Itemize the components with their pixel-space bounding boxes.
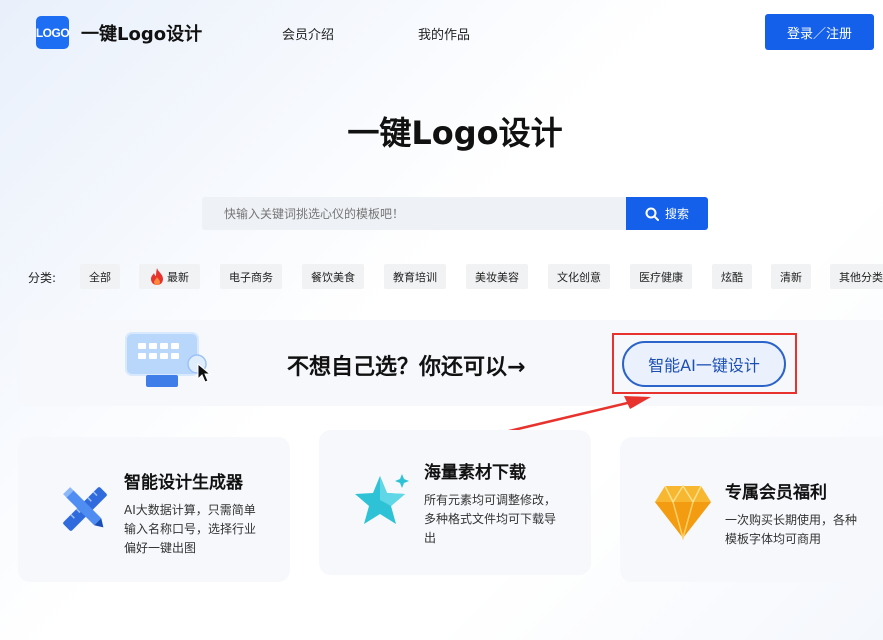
category-beauty[interactable]: 美妆美容	[466, 264, 528, 289]
brand-name[interactable]: 一键Logo设计	[81, 20, 202, 46]
feature-desc-generator: AI大数据计算，只需简单 输入名称口号，选择行业 偏好一键出图	[124, 503, 257, 555]
page-title: 一键Logo设计	[347, 114, 563, 152]
search-button[interactable]: 搜索	[626, 197, 708, 230]
search-input[interactable]	[202, 197, 627, 230]
diamond-icon	[655, 484, 711, 540]
search-icon	[645, 207, 659, 221]
feature-desc-membership: 一次购买长期使用，各种 模板字体均可商用	[725, 513, 858, 546]
ai-design-button[interactable]: 智能AI一键设计	[622, 341, 786, 387]
banner-text: 不想自己选？你还可以→	[287, 355, 526, 380]
nav-my-works[interactable]: 我的作品	[418, 24, 470, 43]
feature-title-materials: 海量素材下载	[424, 463, 526, 483]
category-all[interactable]: 全部	[80, 264, 120, 289]
keyboard-monitor-icon	[125, 332, 212, 387]
star-icon	[355, 474, 409, 524]
category-ecommerce[interactable]: 电子商务	[220, 264, 282, 289]
category-culture[interactable]: 文化创意	[548, 264, 610, 289]
category-latest[interactable]: 最新	[139, 264, 200, 289]
category-fresh[interactable]: 清新	[771, 264, 811, 289]
nav-membership[interactable]: 会员介绍	[282, 24, 334, 43]
feature-title-generator: 智能设计生成器	[124, 473, 243, 493]
category-label: 分类:	[28, 271, 57, 285]
feature-title-membership: 专属会员福利	[725, 483, 827, 503]
category-education[interactable]: 教育培训	[384, 264, 446, 289]
ruler-pencil-icon	[63, 487, 107, 531]
category-medical[interactable]: 医疗健康	[630, 264, 692, 289]
search-button-label: 搜索	[664, 207, 689, 221]
fire-icon	[151, 268, 163, 285]
login-register-button[interactable]: 登录／注册	[765, 14, 874, 50]
logo-icon[interactable]: LOGO	[36, 16, 70, 49]
category-other[interactable]: 其他分类	[830, 264, 883, 289]
category-food[interactable]: 餐饮美食	[302, 264, 364, 289]
feature-desc-materials: 所有元素均可调整修改， 多种格式文件均可下载导 出	[424, 493, 557, 545]
category-cool[interactable]: 炫酷	[712, 264, 752, 289]
